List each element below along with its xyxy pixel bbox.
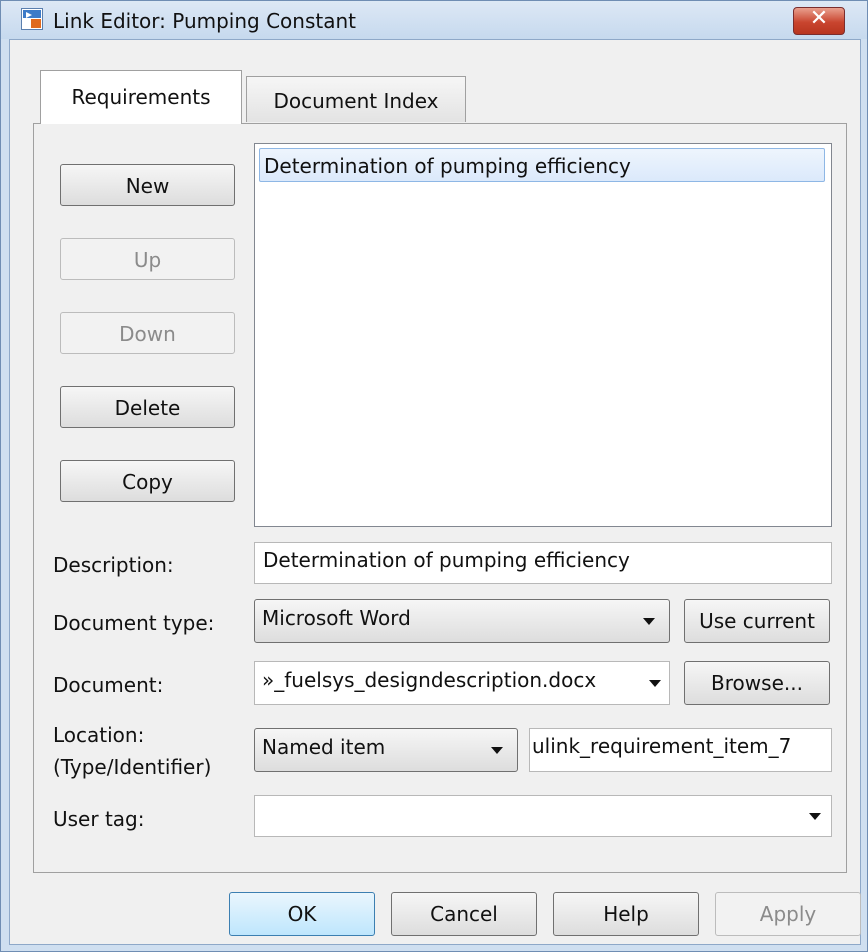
down-button-label: Down bbox=[119, 322, 176, 346]
title-bar[interactable]: Link Editor: Pumping Constant ✕ bbox=[1, 1, 867, 39]
location-identifier-field[interactable]: ulink_requirement_item_7 bbox=[529, 728, 832, 772]
tab-document-index[interactable]: Document Index bbox=[246, 76, 466, 122]
tab-requirements[interactable]: Requirements bbox=[40, 70, 242, 124]
location-sublabel: (Type/Identifier) bbox=[53, 755, 212, 779]
document-label: Document: bbox=[53, 673, 164, 697]
new-button-label: New bbox=[125, 174, 170, 198]
new-button[interactable]: New bbox=[60, 164, 235, 206]
description-label: Description: bbox=[53, 553, 174, 577]
ok-label: OK bbox=[287, 902, 317, 926]
use-current-label: Use current bbox=[699, 609, 815, 633]
location-label: Location: bbox=[53, 723, 145, 747]
window-title: Link Editor: Pumping Constant bbox=[53, 9, 357, 33]
delete-button[interactable]: Delete bbox=[60, 386, 235, 428]
location-type-value: Named item bbox=[262, 735, 386, 759]
document-select[interactable]: »_fuelsys_designdescription.docx bbox=[254, 661, 670, 705]
apply-label: Apply bbox=[759, 902, 817, 926]
close-icon: ✕ bbox=[809, 6, 829, 31]
close-button[interactable]: ✕ bbox=[793, 6, 845, 35]
down-button[interactable]: Down bbox=[60, 312, 235, 354]
location-type-select[interactable]: Named item bbox=[254, 728, 518, 772]
up-button[interactable]: Up bbox=[60, 238, 235, 280]
document-value: »_fuelsys_designdescription.docx bbox=[262, 668, 597, 692]
requirements-list[interactable]: Determination of pumping efficiency bbox=[254, 143, 832, 527]
tab-document-index-label: Document Index bbox=[273, 89, 439, 113]
user-tag-label: User tag: bbox=[53, 807, 145, 831]
cancel-label: Cancel bbox=[430, 902, 498, 926]
chevron-down-icon bbox=[491, 747, 503, 754]
simulink-link-icon bbox=[21, 8, 43, 30]
document-type-value: Microsoft Word bbox=[262, 606, 411, 630]
document-type-select[interactable]: Microsoft Word bbox=[254, 599, 670, 643]
chevron-down-icon bbox=[643, 618, 655, 625]
description-field[interactable]: Determination of pumping efficiency bbox=[254, 542, 832, 584]
help-label: Help bbox=[603, 902, 649, 926]
cancel-button[interactable]: Cancel bbox=[391, 892, 537, 936]
chevron-down-icon bbox=[809, 813, 821, 820]
use-current-button[interactable]: Use current bbox=[684, 599, 830, 643]
browse-label: Browse... bbox=[711, 671, 803, 695]
chevron-down-icon bbox=[649, 680, 661, 687]
help-button[interactable]: Help bbox=[553, 892, 699, 936]
up-button-label: Up bbox=[133, 248, 162, 272]
copy-button[interactable]: Copy bbox=[60, 460, 235, 502]
tab-requirements-label: Requirements bbox=[71, 85, 211, 109]
delete-button-label: Delete bbox=[114, 396, 181, 420]
document-type-label: Document type: bbox=[53, 611, 215, 635]
ok-button[interactable]: OK bbox=[229, 892, 375, 936]
apply-button[interactable]: Apply bbox=[715, 892, 861, 936]
copy-button-label: Copy bbox=[122, 470, 173, 494]
user-tag-select[interactable] bbox=[254, 795, 832, 837]
link-editor-window: Link Editor: Pumping Constant ✕ Requirem… bbox=[0, 0, 868, 952]
list-item-selected[interactable]: Determination of pumping efficiency bbox=[259, 148, 825, 182]
browse-button[interactable]: Browse... bbox=[684, 661, 830, 705]
